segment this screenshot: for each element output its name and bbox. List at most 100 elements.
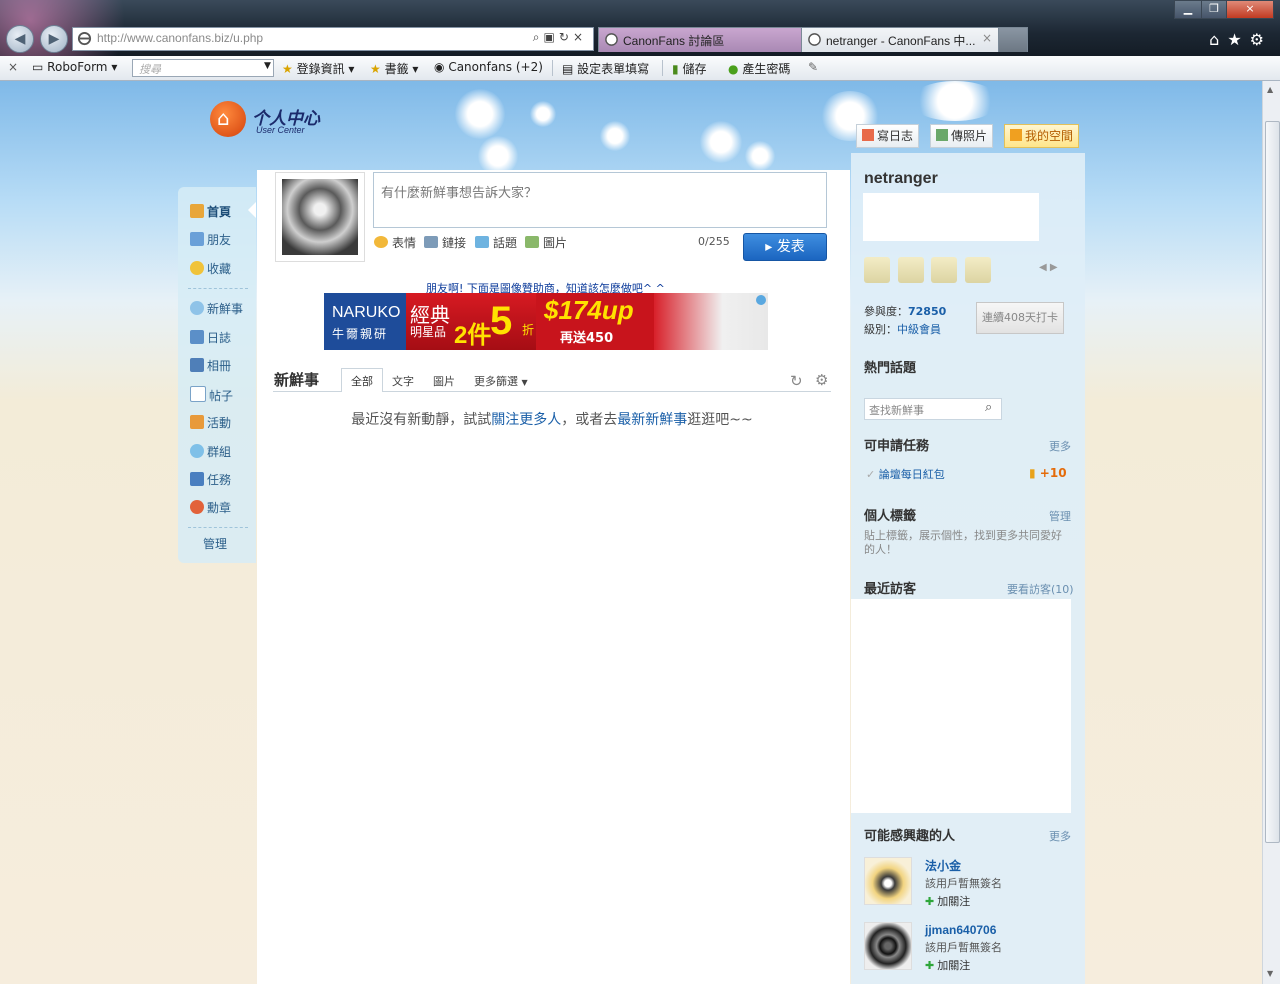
tool-label: 表情 — [392, 236, 417, 250]
emoji-button[interactable]: 表情 — [374, 234, 416, 251]
person-avatar[interactable] — [864, 922, 912, 970]
tab-all[interactable]: 全部 — [341, 368, 383, 392]
coin-icon: ▮ — [1029, 466, 1036, 480]
login-info-menu[interactable]: ★ 登錄資訊 ▾ — [282, 60, 354, 77]
form-icon: ▤ — [562, 62, 574, 76]
close-toolbar-icon[interactable]: × — [8, 60, 18, 74]
link-button[interactable]: 鏈接 — [424, 234, 466, 251]
person-avatar[interactable] — [864, 857, 912, 905]
canonfans-menu[interactable]: ◉ Canonfans (+2) — [434, 60, 543, 74]
back-button[interactable]: ◀ — [6, 25, 34, 53]
publish-button[interactable]: ▸ 发表 — [743, 233, 827, 261]
follow-button[interactable]: ✚ 加關注 — [925, 893, 970, 909]
visitors-more-link[interactable]: 要看訪客(10) — [1007, 581, 1074, 597]
person-signature: 該用戶暫無簽名 — [925, 941, 1002, 954]
settings-gear-icon[interactable]: ⚙ — [1250, 30, 1272, 49]
tab-images[interactable]: 圖片 — [433, 373, 455, 389]
person-name[interactable]: 法小金 — [925, 857, 961, 874]
bookmarks-menu[interactable]: ★ 書籤 ▾ — [370, 60, 418, 77]
sidebar-item-favorites[interactable]: 收藏 — [190, 260, 231, 280]
visitors-title: 最近訪客 — [864, 582, 917, 597]
sidebar-item-label: 活動 — [207, 416, 232, 430]
sidebar-item-medals[interactable]: 勳章 — [190, 499, 231, 519]
search-icon[interactable]: ⌕ — [985, 400, 992, 415]
bookmark-icon: ★ — [370, 62, 381, 76]
scrollbar-thumb[interactable] — [1265, 121, 1280, 843]
address-url: http://www.canonfans.biz/u.php — [97, 31, 264, 45]
friends-icon — [190, 232, 204, 246]
sidebar-item-label: 勳章 — [207, 501, 232, 515]
hot-topics-title: 熱門話題 — [864, 361, 917, 376]
vertical-scrollbar[interactable]: ▲ ▼ — [1262, 81, 1280, 984]
latest-news-link[interactable]: 最新新鮮事 — [617, 412, 687, 428]
ad-info-icon[interactable] — [756, 295, 766, 305]
sidebar-item-label: 朋友 — [207, 233, 232, 247]
my-space-button[interactable]: 我的空間 — [1004, 124, 1080, 148]
address-tools[interactable]: ⌕▣↻× — [533, 30, 587, 45]
follow-button[interactable]: ✚ 加關注 — [925, 957, 970, 973]
tasks-more-link[interactable]: 更多 — [1049, 438, 1071, 454]
refresh-icon[interactable]: ↻ — [559, 30, 573, 44]
refresh-icon[interactable]: ↻ — [790, 372, 803, 390]
pen-icon[interactable]: ✎ — [808, 60, 818, 74]
people-more-link[interactable]: 更多 — [1049, 828, 1071, 844]
minimize-button[interactable]: ▁ — [1174, 0, 1202, 19]
sidebar-item-friends[interactable]: 朋友 — [190, 231, 231, 251]
tab-text[interactable]: 文字 — [392, 373, 414, 389]
generate-password-button[interactable]: ● 產生密碼 — [728, 60, 790, 77]
task-item[interactable]: ✓ 論壇每日紅包 — [866, 466, 945, 482]
medal-slot-icon[interactable] — [864, 257, 890, 283]
medal-pager-arrows-icon[interactable]: ◀ ▶ — [1039, 262, 1058, 273]
news-search-input[interactable]: 查找新鮮事 ⌕ — [864, 398, 1002, 420]
checkin-button[interactable]: 連續408天打卡 — [976, 302, 1064, 334]
participation-value: 72850 — [908, 305, 947, 318]
scroll-down-icon[interactable]: ▼ — [1267, 969, 1273, 978]
save-button[interactable]: ▮ 儲存 — [672, 60, 706, 77]
search-icon[interactable]: ⌕ — [533, 30, 544, 44]
tab-close-icon[interactable]: × — [982, 31, 992, 45]
sidebar-item-groups[interactable]: 群組 — [190, 443, 231, 463]
sidebar-item-events[interactable]: 活動 — [190, 414, 231, 434]
medal-slot-icon[interactable] — [965, 257, 991, 283]
medal-slot-icon[interactable] — [931, 257, 957, 283]
sidebar-item-news[interactable]: 新鮮事 — [190, 300, 243, 320]
form-fill-button[interactable]: ▤ 設定表單填寫 — [562, 60, 649, 77]
chevron-down-icon[interactable]: ▼ — [264, 61, 271, 71]
tab-more-filters[interactable]: 更多篩選 ▼ — [474, 373, 528, 389]
browser-tab-forum[interactable]: CanonFans 討論區 — [598, 27, 802, 52]
sidebar-item-posts[interactable]: 帖子 — [190, 386, 233, 406]
home-icon[interactable]: ⌂ — [1209, 30, 1227, 49]
profile-username[interactable]: netranger — [864, 170, 938, 188]
sidebar-item-home[interactable]: 首頁 — [190, 203, 231, 223]
new-tab-button[interactable] — [998, 27, 1028, 52]
close-window-button[interactable]: × — [1226, 0, 1274, 19]
level-value[interactable]: 中級會員 — [897, 323, 941, 336]
roboform-search[interactable]: 搜尋 — [132, 59, 274, 77]
ad-banner[interactable]: NARUKO 牛爾親研 經典 明星品 2件 5 折 $174up 再送450 — [324, 293, 768, 350]
user-center-logo[interactable]: ⌂ 个人中心 User Center — [210, 101, 350, 141]
forward-button[interactable]: ▶ — [40, 25, 68, 53]
person-name[interactable]: jjman640706 — [925, 923, 996, 937]
favorites-star-icon[interactable]: ★ — [1227, 30, 1249, 49]
sidebar-item-album[interactable]: 相冊 — [190, 357, 231, 377]
compat-icon[interactable]: ▣ — [544, 30, 559, 44]
sidebar-item-tasks[interactable]: 任務 — [190, 471, 231, 491]
medal-slot-icon[interactable] — [898, 257, 924, 283]
stop-icon[interactable]: × — [573, 30, 587, 44]
maximize-button[interactable]: ❐ — [1201, 0, 1227, 19]
follow-more-link[interactable]: 關注更多人 — [491, 412, 561, 428]
upload-photo-button[interactable]: 傳照片 — [930, 124, 994, 148]
status-input[interactable]: 有什麼新鮮事想告訴大家？ — [373, 172, 827, 228]
tags-manage-link[interactable]: 管理 — [1049, 508, 1071, 524]
address-bar[interactable]: http://www.canonfans.biz/u.php ⌕▣↻× — [72, 27, 594, 51]
topic-button[interactable]: 話題 — [475, 234, 517, 251]
sidebar-manage-link[interactable]: 管理 — [203, 535, 227, 555]
browser-tab-profile[interactable]: netranger - CanonFans 中... × — [801, 27, 999, 52]
image-button[interactable]: 圖片 — [525, 234, 567, 251]
settings-gear-icon[interactable]: ⚙ — [815, 371, 828, 389]
sidebar-item-diary[interactable]: 日誌 — [190, 329, 231, 349]
avatar[interactable] — [275, 172, 365, 262]
roboform-menu[interactable]: ▭ RoboForm ▾ — [32, 60, 117, 74]
write-diary-button[interactable]: 寫日志 — [856, 124, 920, 148]
scroll-up-icon[interactable]: ▲ — [1267, 85, 1273, 94]
